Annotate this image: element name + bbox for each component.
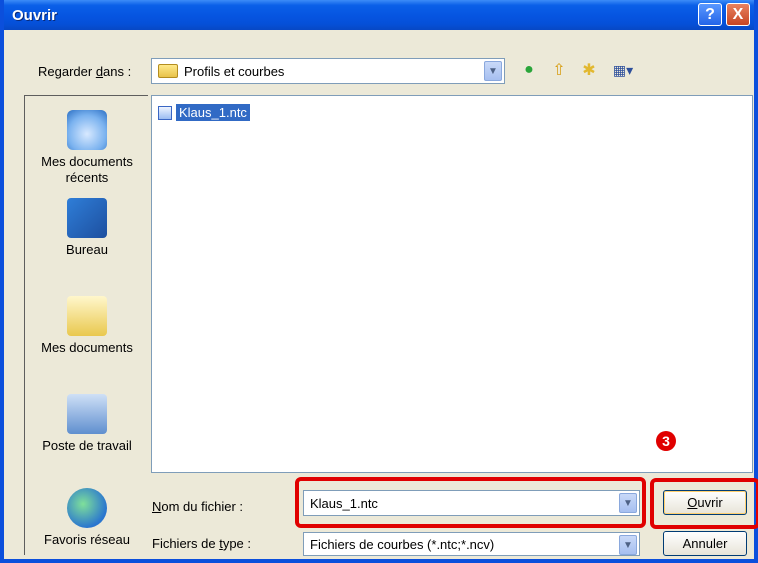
place-label: Favoris réseau: [44, 532, 130, 547]
look-in-combo[interactable]: Profils et courbes ▼: [151, 58, 505, 84]
filename-label: Nom du fichier :: [152, 499, 244, 514]
filetype-label: Fichiers de type :: [152, 536, 252, 551]
folder-icon: [158, 64, 178, 78]
place-label: Bureau: [66, 242, 108, 257]
new-folder-icon[interactable]: ✱: [578, 59, 600, 81]
up-folder-icon[interactable]: ⇧: [548, 59, 570, 81]
filename-value: Klaus_1.ntc: [310, 495, 378, 511]
filename-input[interactable]: Klaus_1.ntc ▼: [303, 490, 640, 516]
place-recent-documents[interactable]: Mes documents récents: [25, 110, 149, 186]
chevron-down-icon[interactable]: ▼: [619, 493, 637, 513]
network-places-icon: [67, 488, 107, 528]
filetype-value: Fichiers de courbes (*.ntc;*.ncv): [310, 536, 495, 552]
my-documents-icon: [67, 296, 107, 336]
annotation-badge: 3: [656, 431, 676, 451]
place-label: Mes documents récents: [41, 154, 133, 185]
look-in-label: Regarder dans :: [38, 64, 132, 79]
open-dialog: Ouvrir ? X Regarder dans : Profils et co…: [0, 0, 758, 563]
place-label: Mes documents: [41, 340, 133, 355]
chevron-down-icon[interactable]: ▼: [619, 535, 637, 555]
file-icon: [158, 105, 172, 120]
file-list[interactable]: Klaus_1.ntc: [151, 95, 753, 473]
place-label: Poste de travail: [42, 438, 132, 453]
help-button[interactable]: ?: [698, 3, 722, 26]
places-bar: Mes documents récents Bureau Mes documen…: [24, 95, 149, 556]
place-network[interactable]: Favoris réseau: [25, 488, 149, 548]
look-in-value: Profils et courbes: [184, 63, 285, 79]
recent-documents-icon: [67, 110, 107, 150]
place-desktop[interactable]: Bureau: [25, 198, 149, 258]
toolbar: ● ⇧ ✱ ▦▾: [518, 58, 638, 82]
my-computer-icon: [67, 394, 107, 434]
place-my-documents[interactable]: Mes documents: [25, 296, 149, 356]
desktop-icon: [67, 198, 107, 238]
file-name: Klaus_1.ntc: [176, 104, 250, 121]
filetype-select[interactable]: Fichiers de courbes (*.ntc;*.ncv) ▼: [303, 532, 640, 556]
close-button[interactable]: X: [726, 3, 750, 26]
window-title: Ouvrir: [12, 6, 58, 24]
title-bar[interactable]: Ouvrir ? X: [4, 0, 754, 30]
back-arrow-icon[interactable]: ●: [518, 59, 540, 81]
cancel-button[interactable]: Annuler: [663, 531, 747, 556]
place-my-computer[interactable]: Poste de travail: [25, 394, 149, 454]
chevron-down-icon[interactable]: ▼: [484, 61, 502, 81]
open-button[interactable]: Ouvrir: [663, 490, 747, 515]
file-item[interactable]: Klaus_1.ntc: [158, 104, 250, 121]
views-menu-icon[interactable]: ▦▾: [608, 59, 638, 81]
